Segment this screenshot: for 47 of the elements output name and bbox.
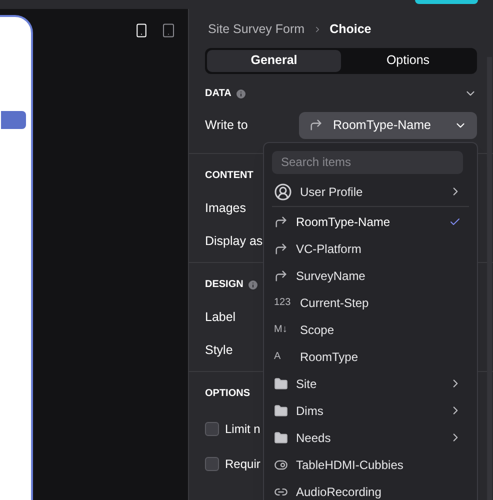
folder-icon [274,430,288,444]
dropdown-item[interactable]: TableHDMI-Cubbies [272,451,469,478]
search-field[interactable]: Search items [272,150,463,174]
breadcrumb-current: Choice [330,21,372,38]
dropdown-item[interactable]: RoomType-Name [272,208,469,235]
dropdown-item[interactable]: SurveyName [272,262,469,289]
section-heading: DESIGN [205,278,244,292]
write-to-select[interactable]: RoomType-Name [299,112,477,139]
toggle-icon [274,458,288,472]
dropdown-item[interactable]: VC-Platform [272,235,469,262]
forward-arrow-icon [274,214,288,228]
row-label: Write to [205,116,248,134]
dropdown-item[interactable]: Needs [272,424,469,451]
forward-arrow-icon [274,242,288,256]
dropdown-item[interactable]: User Profile [272,177,469,207]
row-label: Style [205,342,233,360]
checkbox[interactable] [205,456,219,471]
action-button[interactable] [415,0,478,4]
forward-arrow-icon [274,268,288,282]
dropdown-item[interactable]: A RoomType [272,343,469,370]
dropdown-item[interactable]: AudioRecording [272,478,469,500]
tablet-view-button[interactable] [161,21,176,39]
type-glyph: M↓ [274,323,288,337]
forward-arrow-icon [309,118,323,132]
selected-check-icon [449,216,461,228]
phone-view-button[interactable] [134,21,149,39]
dropdown-item[interactable]: M↓ Scope [272,316,469,343]
folder-icon [274,376,288,390]
dropdown-item[interactable]: Dims [272,397,469,424]
section-heading: CONTENT [205,169,254,184]
checkbox-label: Limit n [225,420,260,438]
row-label: Label [205,309,236,326]
type-glyph: 123 [274,296,292,310]
dropdown-item[interactable]: Site [272,370,469,397]
checkbox-label: Requir [225,456,260,473]
breadcrumb-link[interactable]: Site Survey Form [208,20,305,39]
tab[interactable]: Options [341,50,475,72]
dropdown-item[interactable]: 123 Current-Step [272,289,469,316]
section-heading: OPTIONS [205,387,250,402]
user-avatar-icon [274,182,292,200]
folder-icon [274,404,288,418]
row-label: Images [205,200,246,218]
type-glyph: A [274,350,282,364]
row-label: Display as [205,233,263,250]
checkbox[interactable] [205,422,219,436]
section-heading: DATA [205,87,232,102]
tab[interactable]: General [207,50,341,72]
